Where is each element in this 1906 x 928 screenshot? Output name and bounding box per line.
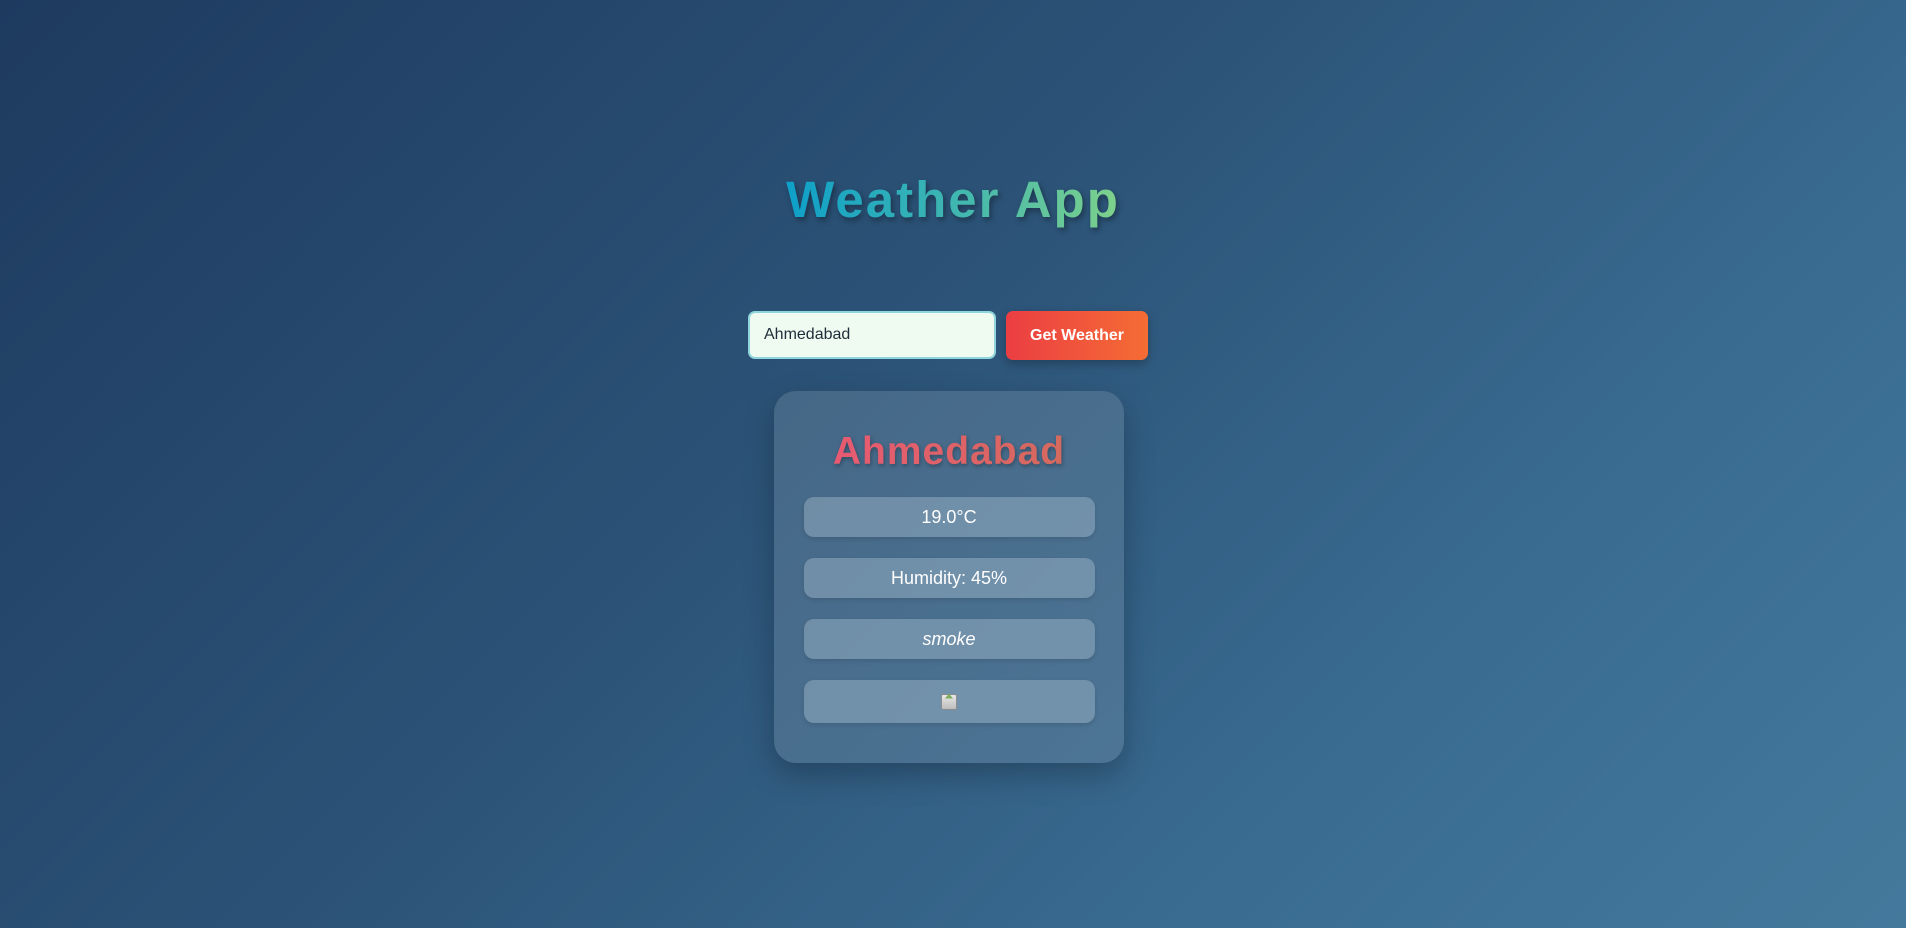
weather-description: smoke: [803, 619, 1095, 659]
humidity-display: Humidity: 45%: [803, 558, 1095, 598]
page-title: Weather App: [786, 171, 1120, 228]
weather-card: Ahmedabad 19.0°C Humidity: 45% smoke: [774, 391, 1124, 763]
get-weather-button[interactable]: Get Weather: [1006, 311, 1148, 360]
city-input[interactable]: [748, 311, 996, 359]
city-name: Ahmedabad: [832, 430, 1066, 473]
search-bar: Get Weather: [748, 311, 1148, 360]
temperature-display: 19.0°C: [803, 497, 1095, 537]
weather-icon-container: [803, 680, 1095, 723]
broken-image-icon: [941, 693, 957, 710]
